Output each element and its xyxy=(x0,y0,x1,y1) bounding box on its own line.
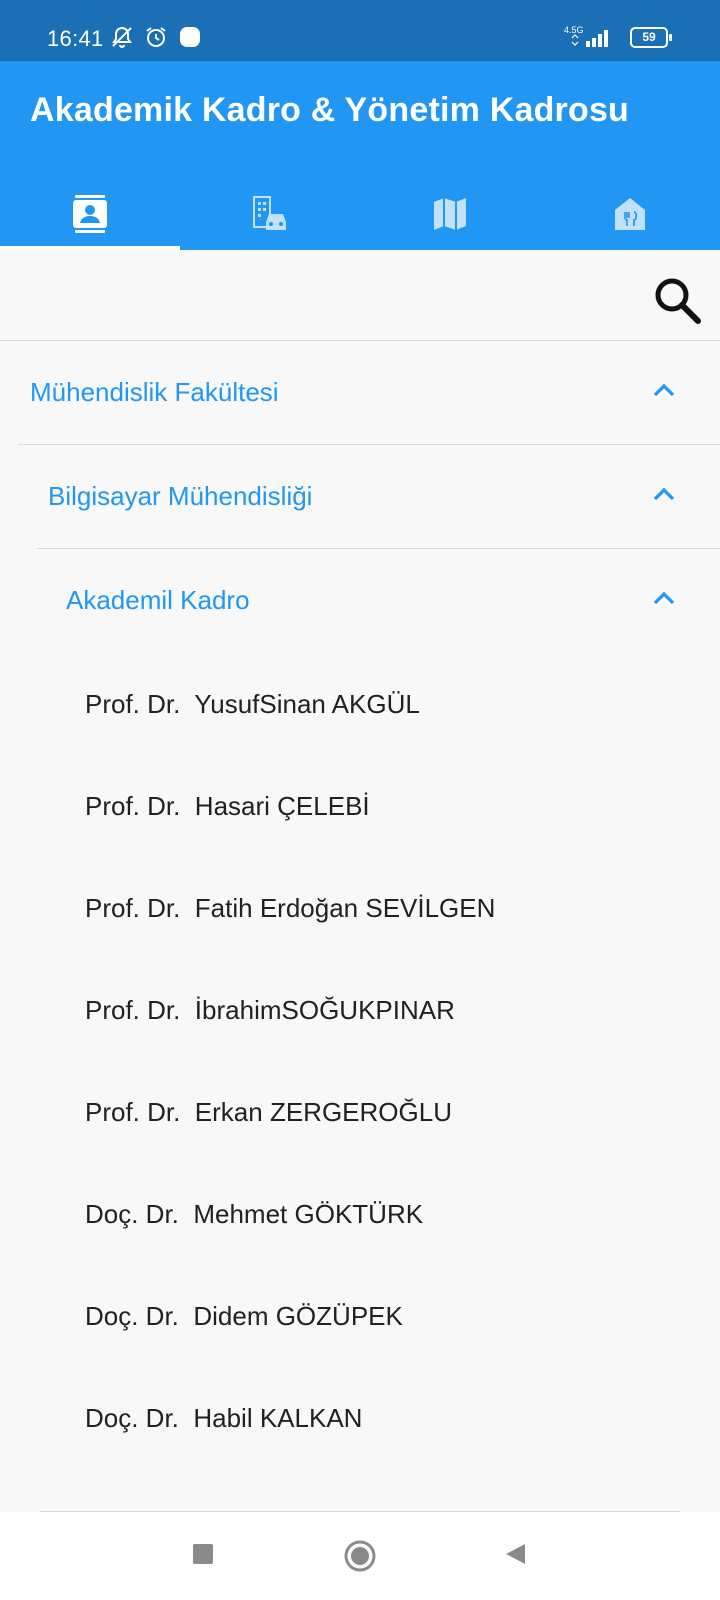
notification-dot-icon xyxy=(178,25,202,54)
staff-name: Prof. Dr. İbrahimSOĞUKPINAR xyxy=(85,994,455,1025)
system-nav-bar xyxy=(0,1512,720,1600)
tab-bar xyxy=(0,177,720,250)
contacts-icon xyxy=(70,194,110,234)
restaurant-icon xyxy=(610,194,650,234)
tab-contacts[interactable] xyxy=(0,177,180,250)
page-title: Akademik Kadro & Yönetim Kadrosu xyxy=(30,91,630,129)
faculty-label: Mühendislik Fakültesi xyxy=(30,377,279,407)
staff-name: Doç. Dr. Mehmet GÖKTÜRK xyxy=(85,1198,424,1229)
recents-button[interactable] xyxy=(191,1542,215,1571)
faculty-row[interactable]: Mühendislik Fakültesi xyxy=(30,341,720,444)
list-item[interactable]: Doç. Dr. Habil KALKAN xyxy=(85,1367,362,1469)
chevron-up-icon xyxy=(650,480,678,513)
battery-icon: 59 xyxy=(630,26,672,48)
chevron-up-icon xyxy=(650,376,678,409)
chevron-up-icon xyxy=(650,584,678,617)
department-label: Bilgisayar Mühendisliği xyxy=(48,481,313,511)
map-icon xyxy=(430,194,470,234)
staff-name: Doç. Dr. Habil KALKAN xyxy=(85,1402,363,1433)
staff-name: Prof. Dr. YusufSinan AKGÜL xyxy=(85,688,420,719)
status-right: 4.5G 59 xyxy=(564,24,672,50)
staff-group-label: Akademil Kadro xyxy=(66,585,250,615)
status-icons xyxy=(110,25,202,54)
app-bar: Akademik Kadro & Yönetim Kadrosu xyxy=(0,61,720,250)
tab-map[interactable] xyxy=(360,177,540,250)
building-car-icon xyxy=(250,194,290,234)
list-item[interactable]: Prof. Dr. YusufSinan AKGÜL xyxy=(85,653,420,755)
list-item[interactable]: Doç. Dr. Didem GÖZÜPEK xyxy=(85,1265,403,1367)
alarm-icon xyxy=(144,25,168,54)
department-row[interactable]: Bilgisayar Mühendisliği xyxy=(48,445,720,548)
list-item[interactable]: Prof. Dr. Hasari ÇELEBİ xyxy=(85,755,370,857)
home-button[interactable] xyxy=(343,1539,377,1578)
bell-off-icon xyxy=(110,25,134,54)
staff-name: Prof. Dr. Hasari ÇELEBİ xyxy=(85,790,370,821)
list-item[interactable]: Prof. Dr. Fatih Erdoğan SEVİLGEN xyxy=(85,857,495,959)
status-time: 16:41 xyxy=(47,26,104,51)
back-button[interactable] xyxy=(503,1542,527,1571)
list-item[interactable]: Prof. Dr. Erkan ZERGEROĞLU xyxy=(85,1061,452,1163)
list-item[interactable]: Doç. Dr. Mehmet GÖKTÜRK xyxy=(85,1163,423,1265)
search-bar xyxy=(0,250,720,341)
list-item[interactable]: Prof. Dr. İbrahimSOĞUKPINAR xyxy=(85,959,455,1061)
staff-name: Doç. Dr. Didem GÖZÜPEK xyxy=(85,1300,403,1331)
staff-group-row[interactable]: Akademil Kadro xyxy=(66,549,720,652)
staff-name: Prof. Dr. Erkan ZERGEROĞLU xyxy=(85,1096,452,1127)
status-bar: 16:41 4.5G 59 xyxy=(0,0,720,61)
staff-name: Prof. Dr. Fatih Erdoğan SEVİLGEN xyxy=(85,892,496,923)
tab-transport[interactable] xyxy=(180,177,360,250)
tab-restaurant[interactable] xyxy=(540,177,720,250)
search-icon[interactable] xyxy=(652,275,702,330)
signal-icon: 4.5G xyxy=(564,24,620,50)
